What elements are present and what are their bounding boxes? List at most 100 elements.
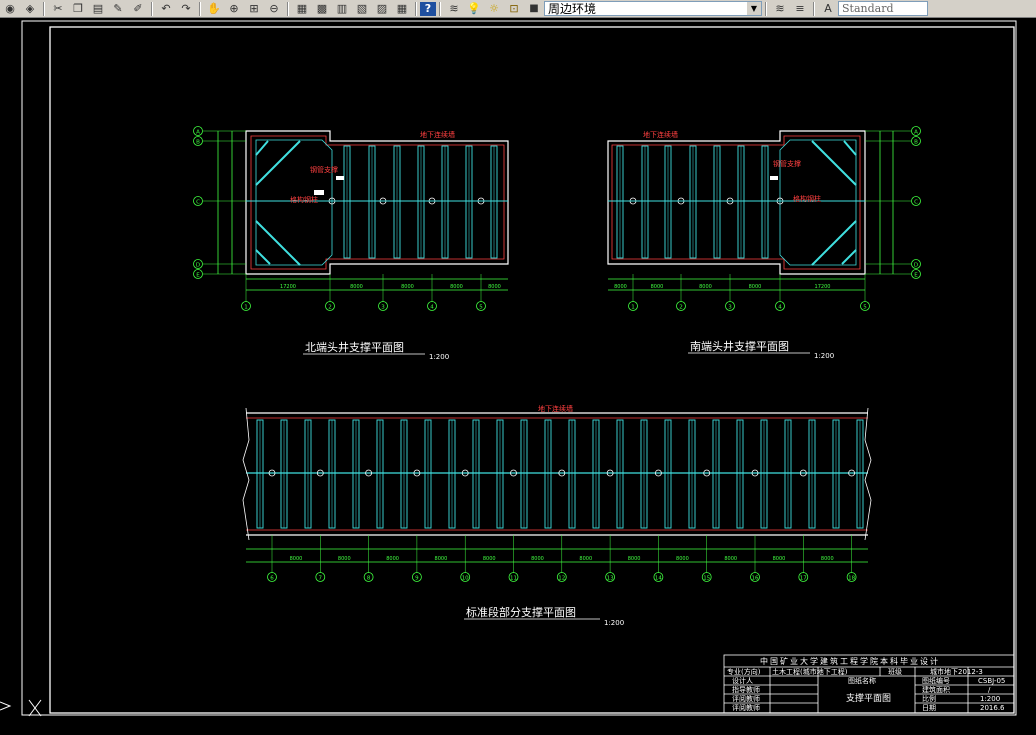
south-scale: 1:200 bbox=[814, 352, 834, 360]
tool-palettes-icon[interactable]: ▥ bbox=[332, 1, 352, 17]
text-style-dropdown[interactable]: Standard bbox=[838, 1, 928, 16]
undo-icon[interactable]: ↶ bbox=[156, 1, 176, 17]
chevron-down-icon[interactable]: ▼ bbox=[747, 2, 761, 15]
globe-icon[interactable]: ◉ bbox=[0, 1, 20, 17]
sun-icon[interactable]: ☼ bbox=[484, 1, 504, 17]
std-bottom-axis-bubble-label: 16 bbox=[752, 575, 759, 581]
south-dim-text: 8000 bbox=[614, 284, 627, 290]
tb-reviewer-label: 评阅教师 bbox=[732, 694, 760, 703]
properties-icon[interactable]: ▦ bbox=[292, 1, 312, 17]
zoom-previous-icon[interactable]: ⊖ bbox=[264, 1, 284, 17]
toolbar-separator bbox=[765, 1, 767, 16]
north-bottom-axis-bubble-label: 5 bbox=[479, 304, 483, 310]
block-editor-icon[interactable]: ✐ bbox=[128, 1, 148, 17]
toolbar-separator bbox=[151, 1, 153, 16]
tb-scale-label: 比例 bbox=[922, 694, 936, 703]
south-plan: 地下连续墙 钢管支撑 格构钢柱 AB C DE 1 2 3 4 5 8000 8000 8000 8… bbox=[607, 126, 921, 360]
std-bottom-axis-bubble-label: 10 bbox=[462, 575, 469, 581]
north-diagonal-brace bbox=[255, 220, 301, 266]
std-dim-text: 8000 bbox=[676, 556, 689, 562]
pan-icon[interactable]: ✋ bbox=[204, 1, 224, 17]
layer-dropdown[interactable]: 周边环境 ▼ bbox=[544, 1, 762, 16]
drawing-svg: 地下连续墙 钢管支撑 格构钢柱 ABCDE 1 2 3 4 517200 8000 8000… bbox=[0, 20, 1017, 717]
north-dim-text: 8000 bbox=[488, 284, 501, 290]
markup-icon[interactable]: ▨ bbox=[372, 1, 392, 17]
tb-class-value: 城市地下2012-3 bbox=[930, 667, 983, 676]
match-properties-icon[interactable]: ✎ bbox=[108, 1, 128, 17]
color-swatch-icon[interactable]: ■ bbox=[524, 1, 544, 17]
south-bottom-axes: 1 2 3 4 5 8000 8000 8000 8000 17200 bbox=[614, 274, 870, 311]
south-diagonal-brace bbox=[811, 220, 857, 266]
paste-icon[interactable]: ▤ bbox=[88, 1, 108, 17]
help-icon[interactable]: ? bbox=[420, 1, 436, 16]
std-dim-text: 8000 bbox=[338, 556, 351, 562]
north-bottom-axis-bubble-label: 1 bbox=[244, 304, 248, 310]
lock-icon[interactable]: ⊡ bbox=[504, 1, 524, 17]
south-title: 南端头井支撑平面图 bbox=[690, 339, 789, 353]
toolbar-separator bbox=[415, 1, 417, 16]
north-tag-marker bbox=[336, 176, 344, 180]
toolbar-separator bbox=[813, 1, 815, 16]
south-dim-text: 8000 bbox=[749, 284, 762, 290]
north-diagonal-brace bbox=[255, 140, 269, 156]
calculator-icon[interactable]: ▦ bbox=[392, 1, 412, 17]
std-scale: 1:200 bbox=[604, 619, 624, 627]
north-tag-marker bbox=[314, 190, 324, 195]
south-dim-text: 8000 bbox=[699, 284, 712, 290]
make-current-layer-icon[interactable]: ≋ bbox=[770, 1, 790, 17]
north-column-label: 格构钢柱 bbox=[290, 195, 318, 204]
model-space[interactable]: 地下连续墙 钢管支撑 格构钢柱 ABCDE 1 2 3 4 5 17200 8000 8000… bbox=[0, 18, 1036, 731]
south-right-axis-bubble-label: B bbox=[914, 139, 918, 145]
std-dim-text: 8000 bbox=[435, 556, 448, 562]
std-dim-text: 8000 bbox=[724, 556, 737, 562]
design-center-icon[interactable]: ▩ bbox=[312, 1, 332, 17]
std-break-line bbox=[864, 407, 872, 541]
layer-previous-icon[interactable]: ≡ bbox=[790, 1, 810, 17]
south-tag-marker bbox=[770, 176, 778, 180]
tb-designer-label: 设计人 bbox=[732, 676, 753, 685]
std-bottom-axis-bubble-label: 9 bbox=[415, 575, 419, 581]
cut-icon[interactable]: ✂ bbox=[48, 1, 68, 17]
zoom-window-icon[interactable]: ⊞ bbox=[244, 1, 264, 17]
std-dim-text: 8000 bbox=[483, 556, 496, 562]
zoom-realtime-icon[interactable]: ⊕ bbox=[224, 1, 244, 17]
south-bottom-axis-bubble-label: 4 bbox=[778, 304, 782, 310]
north-dim-text: 8000 bbox=[450, 284, 463, 290]
layer-manager-icon[interactable]: ≋ bbox=[444, 1, 464, 17]
std-wall-label: 地下连续墙 bbox=[538, 404, 573, 413]
std-bottom-axis-bubble-label: 8 bbox=[367, 575, 371, 581]
publish-icon[interactable]: ◈ bbox=[20, 1, 40, 17]
tb-area-value: / bbox=[988, 686, 991, 694]
north-left-axis-bubble-label: A bbox=[196, 129, 200, 135]
north-outline bbox=[245, 130, 509, 275]
south-struts bbox=[616, 145, 784, 259]
std-bottom-axis-bubble-label: 14 bbox=[655, 575, 662, 581]
std-dim-text: 8000 bbox=[628, 556, 641, 562]
copy-icon[interactable]: ❐ bbox=[68, 1, 88, 17]
toolbar-separator bbox=[287, 1, 289, 16]
tb-name-header: 图纸名称 bbox=[848, 676, 876, 685]
north-plan: 地下连续墙 钢管支撑 格构钢柱 AB C DE 1 2 3 4 5 17200 8000 8000… bbox=[193, 126, 509, 361]
tb-date-value: 2016.6 bbox=[980, 704, 1005, 712]
std-bottom-axis-bubble-label: 15 bbox=[703, 575, 710, 581]
north-dim-text: 17200 bbox=[280, 284, 296, 290]
south-dim-text: 17200 bbox=[815, 284, 831, 290]
south-bottom-axis-bubble-label: 5 bbox=[863, 304, 867, 310]
text-style-icon[interactable]: A bbox=[818, 1, 838, 17]
tb-school: 中国矿业大学建筑工程学院本科毕业设计 bbox=[760, 656, 940, 666]
tb-reviewer2-label: 评阅教师 bbox=[732, 703, 760, 712]
std-bottom-axis-bubble-label: 17 bbox=[800, 575, 807, 581]
sheet-set-icon[interactable]: ▧ bbox=[352, 1, 372, 17]
std-struts bbox=[256, 419, 864, 529]
tb-major-value: 土木工程(城市地下工程) bbox=[772, 667, 848, 676]
tb-date-label: 日期 bbox=[922, 704, 936, 712]
tb-drawing-name: 支撑平面图 bbox=[846, 692, 891, 704]
lightbulb-icon[interactable]: 💡 bbox=[464, 1, 484, 17]
north-bottom-axes: 1 2 3 4 5 17200 8000 8000 8000 8000 bbox=[241, 274, 501, 311]
redo-icon[interactable]: ↷ bbox=[176, 1, 196, 17]
north-bottom-axis-bubble-label: 3 bbox=[381, 304, 385, 310]
std-dim-text: 8000 bbox=[773, 556, 786, 562]
south-right-axis-bubble-label: C bbox=[914, 199, 918, 205]
std-break-line bbox=[242, 407, 250, 541]
std-title: 标准段部分支撑平面图 bbox=[466, 605, 576, 619]
